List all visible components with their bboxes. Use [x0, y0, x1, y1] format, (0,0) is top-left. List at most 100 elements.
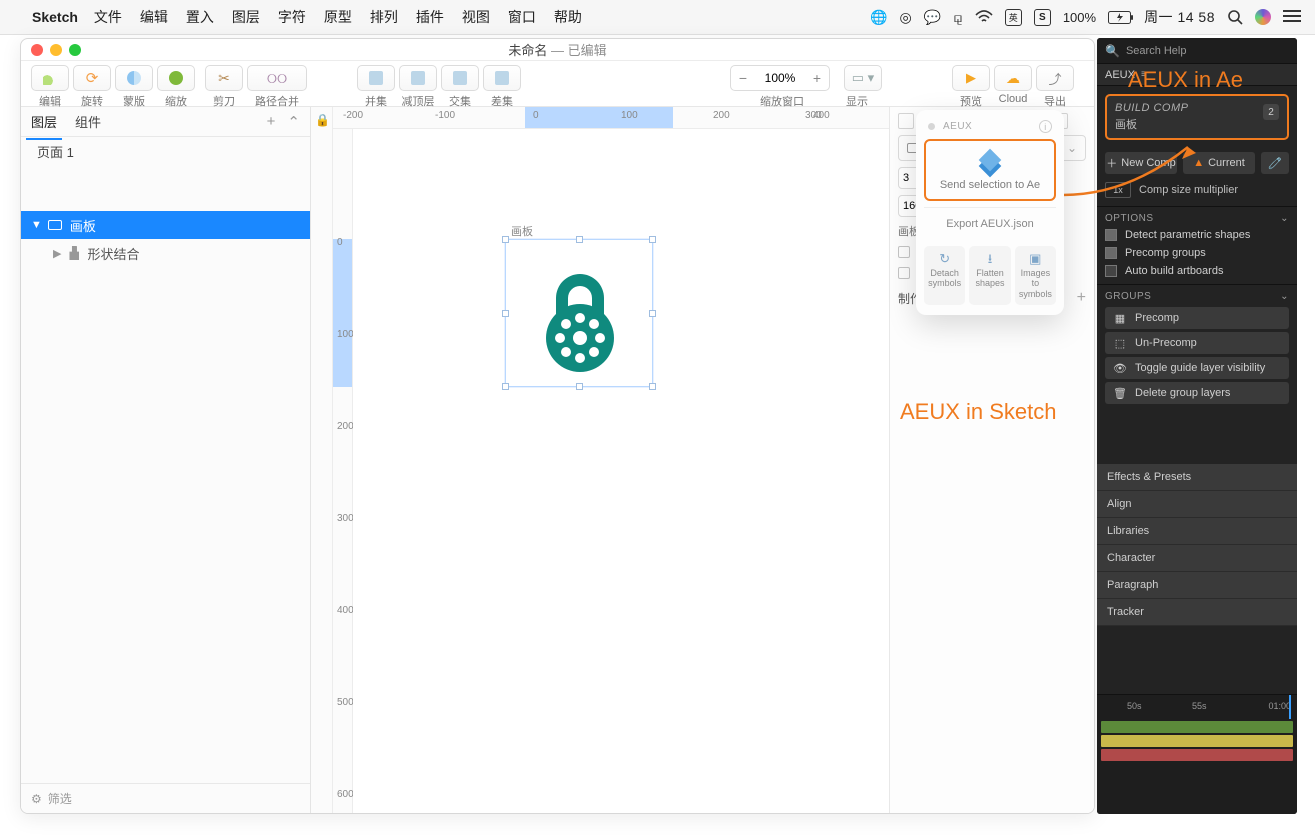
tool-edit[interactable] [31, 65, 69, 91]
menu-file[interactable]: 文件 [94, 7, 122, 27]
menu-text[interactable]: 字符 [278, 7, 306, 27]
ae-search[interactable]: 🔍 Search Help [1097, 38, 1297, 64]
zoom-control[interactable]: − 100% + [730, 65, 830, 91]
menu-layer[interactable]: 图层 [232, 7, 260, 27]
add-export-icon[interactable]: + [1077, 289, 1086, 307]
menu-edit[interactable]: 编辑 [140, 7, 168, 27]
attach-button[interactable]: 🧷 [1261, 152, 1289, 174]
precomp-icon: ▦ [1113, 312, 1127, 325]
page-row[interactable]: 页面 1 [21, 137, 310, 165]
artboard-shape[interactable] [505, 239, 653, 387]
status-wifi-icon[interactable] [975, 10, 993, 24]
filter-bar[interactable]: ⚙ 筛选 [21, 783, 310, 813]
canvas[interactable]: 画板 [353, 129, 889, 813]
menu-plugins[interactable]: 插件 [416, 7, 444, 27]
group-precomp-button[interactable]: ▦Precomp [1105, 307, 1289, 329]
track-1[interactable] [1101, 721, 1293, 733]
palette-tracker[interactable]: Tracker [1097, 599, 1297, 626]
ruler-lock-icon[interactable]: 🔒 [315, 113, 330, 127]
panel-menu-icon[interactable]: ≡ [1141, 69, 1147, 80]
menu-insert[interactable]: 置入 [186, 7, 214, 27]
menu-prototype[interactable]: 原型 [324, 7, 352, 27]
notifications-icon[interactable] [1283, 10, 1301, 24]
status-cc-icon[interactable]: ◎ [899, 9, 911, 26]
siri-icon[interactable] [1255, 9, 1271, 25]
artboard-row[interactable]: ▼ 画板 [21, 211, 310, 239]
canvas-artboard-label[interactable]: 画板 [511, 223, 533, 239]
chevron-down-icon[interactable]: ⌄ [1280, 213, 1289, 224]
window-controls[interactable] [31, 44, 81, 56]
palette-libraries[interactable]: Libraries [1097, 518, 1297, 545]
add-page-icon[interactable]: + [267, 113, 276, 130]
opt-detect[interactable]: Detect parametric shapes [1097, 226, 1297, 244]
chevron-down-icon[interactable]: ⌄ [1280, 291, 1289, 302]
status-wechat-icon[interactable]: 💬 [924, 9, 941, 26]
bool-difference[interactable] [483, 65, 521, 91]
popover-close-icon[interactable] [928, 123, 935, 130]
caret-down-icon[interactable]: ▼ [31, 219, 42, 231]
playhead[interactable] [1289, 695, 1291, 719]
multiplier-badge[interactable]: 1x [1105, 182, 1131, 198]
menu-window[interactable]: 窗口 [508, 7, 536, 27]
info-icon[interactable]: i [1039, 120, 1052, 133]
menu-view[interactable]: 视图 [462, 7, 490, 27]
collapse-icon[interactable]: ⌃ [287, 113, 300, 131]
build-sub: 画板 [1115, 116, 1279, 132]
bool-union[interactable] [357, 65, 395, 91]
cloud-button[interactable]: ☁ [994, 65, 1032, 91]
track-3[interactable] [1101, 749, 1293, 761]
opt-precomp[interactable]: Precomp groups [1097, 244, 1297, 262]
bool-subtract[interactable] [399, 65, 437, 91]
flatten-shapes-button[interactable]: ⭳ Flattenshapes [969, 246, 1010, 305]
group-toggle-guide-button[interactable]: 👁Toggle guide layer visibility [1105, 357, 1289, 379]
palette-paragraph[interactable]: Paragraph [1097, 572, 1297, 599]
tool-rotate[interactable]: ⟳ [73, 65, 111, 91]
track-2[interactable] [1101, 735, 1293, 747]
menu-arrange[interactable]: 排列 [370, 7, 398, 27]
tab-components[interactable]: 组件 [75, 112, 101, 131]
ae-tab-aeux[interactable]: AEUX≡ [1097, 64, 1297, 86]
zoom-in[interactable]: + [805, 70, 829, 86]
send-to-ae-button[interactable]: Send selection to Ae [924, 139, 1056, 201]
caret-right-icon[interactable]: ▶ [53, 247, 61, 260]
export-button[interactable]: ⤴ [1036, 65, 1074, 91]
palette-effects[interactable]: Effects & Presets [1097, 464, 1297, 491]
tool-mask[interactable] [115, 65, 153, 91]
window-title: 未命名 — 已编辑 [508, 40, 606, 59]
spotlight-icon[interactable] [1227, 9, 1243, 25]
tool-scissors[interactable]: ✂ [205, 65, 243, 91]
vertical-ruler[interactable]: 0 100 200 300 400 500 600 [333, 129, 353, 813]
current-button[interactable]: ▲Current [1183, 152, 1255, 174]
status-s-icon[interactable]: S [1034, 9, 1051, 26]
status-input-icon[interactable]: 英 [1005, 9, 1022, 26]
zoom-out[interactable]: − [731, 70, 755, 86]
tab-layers[interactable]: 图层 [31, 112, 57, 131]
menubar-clock[interactable]: 周一 14 58 [1144, 7, 1215, 27]
export-json-button[interactable]: Export AEUX.json [924, 207, 1056, 240]
horizontal-ruler[interactable]: -200 -100 0 100 200 300 400 [333, 107, 889, 129]
status-bluetooth-icon[interactable]: ⚼ [953, 9, 963, 26]
bool-intersect[interactable] [441, 65, 479, 91]
view-dropdown[interactable]: ▭ ▾ [844, 65, 882, 91]
tool-scale[interactable] [157, 65, 195, 91]
palette-align[interactable]: Align [1097, 491, 1297, 518]
preview-button[interactable]: ▶ [952, 65, 990, 91]
images-to-symbols-button[interactable]: ▣ Images tosymbols [1015, 246, 1056, 305]
group-delete-button[interactable]: 🗑Delete group layers [1105, 382, 1289, 404]
new-comp-button[interactable]: ＋New Comp [1105, 152, 1177, 174]
group-unprecomp-button[interactable]: ⬚Un-Precomp [1105, 332, 1289, 354]
opt-autobuild[interactable]: Auto build artboards [1097, 262, 1297, 280]
battery-icon [1108, 11, 1134, 24]
app-name[interactable]: Sketch [32, 9, 78, 25]
palette-character[interactable]: Character [1097, 545, 1297, 572]
shape-row[interactable]: ▶ 形状结合 [21, 239, 310, 267]
status-globe-icon[interactable]: 🌐 [870, 9, 887, 26]
tool-flatten[interactable]: ୦୦ [247, 65, 307, 91]
ae-panel: 🔍 Search Help AEUX≡ BUILD COMP 画板 2 ＋New… [1097, 38, 1297, 814]
paperclip-icon: 🧷 [1268, 157, 1282, 170]
build-comp-box[interactable]: BUILD COMP 画板 2 [1105, 94, 1289, 140]
eye-icon: 👁 [1113, 362, 1127, 375]
detach-symbols-button[interactable]: ↻ Detachsymbols [924, 246, 965, 305]
ae-timeline[interactable]: 50s 55s 01:00 [1097, 694, 1297, 814]
menu-help[interactable]: 帮助 [554, 7, 582, 27]
